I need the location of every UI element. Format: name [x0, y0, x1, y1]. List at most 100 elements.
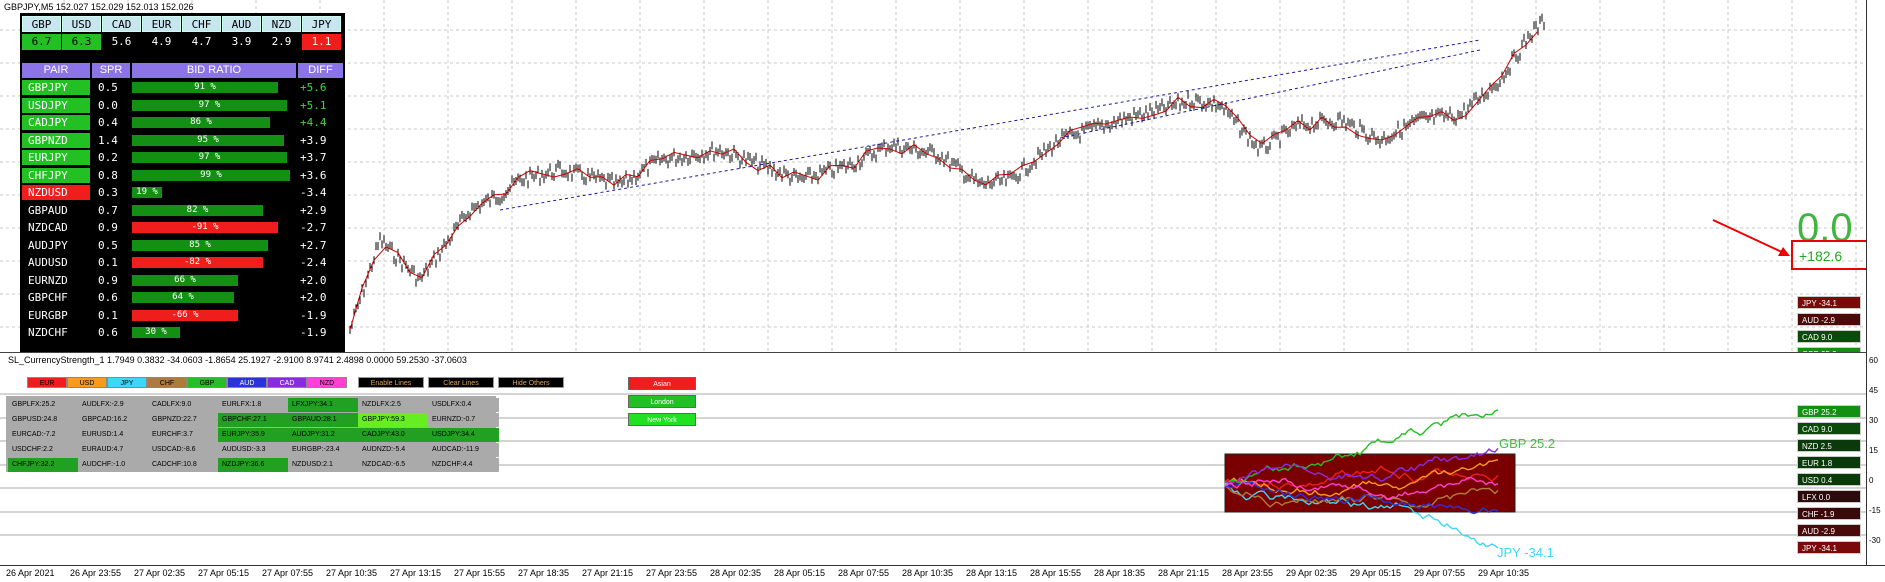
cross-pair-cell[interactable]: EURUSD:1.4 — [78, 428, 149, 442]
pair-name[interactable]: AUDUSD — [22, 255, 90, 270]
pair-name[interactable]: EURGBP — [22, 307, 90, 323]
pair-row[interactable]: EURJPY 0.2 97 % +3.7 — [20, 149, 345, 166]
strength-badge: EUR 1.8 — [1797, 456, 1861, 469]
cross-pair-cell[interactable]: CADCHF:10.8 — [148, 458, 219, 472]
pair-name[interactable]: GBPJPY — [22, 80, 90, 95]
cross-pair-cell[interactable]: AUDCAD:-11.9 — [428, 443, 499, 457]
cross-pair-cell[interactable]: GBPLFX:25.2 — [8, 398, 79, 412]
cross-pair-cell[interactable]: GBPCAD:16.2 — [78, 413, 149, 427]
cross-pair-cell[interactable]: NZDLFX:2.5 — [358, 398, 429, 412]
pair-name[interactable]: EURNZD — [22, 272, 90, 288]
header-bid-ratio: BID RATIO — [132, 63, 296, 78]
pair-row[interactable]: GBPAUD 0.7 82 % +2.9 — [20, 202, 345, 219]
pair-name[interactable]: GBPAUD — [22, 202, 90, 218]
session-new-york-button[interactable]: New York — [628, 413, 696, 426]
cross-pair-cell[interactable]: NZDUSD:2.1 — [288, 458, 359, 472]
cross-pair-cell[interactable]: EURNZD:-0.7 — [428, 413, 499, 427]
bid-ratio-bar: 64 % — [132, 292, 234, 303]
cross-pair-cell[interactable]: AUDJPY:31.2 — [288, 428, 359, 442]
pair-row[interactable]: CADJPY 0.4 86 % +4.4 — [20, 114, 345, 131]
pair-name[interactable]: CADJPY — [22, 115, 90, 130]
cross-pair-cell[interactable]: GBPUSD:24.8 — [8, 413, 79, 427]
pair-row[interactable]: NZDUSD 0.3 19 % -3.4 — [20, 184, 345, 201]
cross-pair-cell[interactable]: EURCHF:3.7 — [148, 428, 219, 442]
time-label: 28 Apr 02:35 — [710, 568, 762, 578]
pair-spread: 0.8 — [98, 168, 118, 182]
session-asian-button[interactable]: Asian — [628, 377, 696, 390]
pair-name[interactable]: GBPCHF — [22, 290, 90, 305]
clear-lines-button[interactable]: Clear Lines — [428, 377, 494, 388]
toggle-eur-button[interactable]: EUR — [27, 377, 67, 388]
pair-name[interactable]: GBPNZD — [22, 132, 90, 148]
cross-pair-cell[interactable]: NZDCAD:-6.5 — [358, 458, 429, 472]
axis-tick-label: -30 — [1869, 536, 1881, 545]
cross-pair-cell[interactable]: USDCAD:-8.6 — [148, 443, 219, 457]
pair-name[interactable]: NZDCHF — [22, 325, 90, 340]
pair-row[interactable]: AUDJPY 0.5 85 % +2.7 — [20, 237, 345, 254]
cross-pair-cell[interactable]: NZDJPY:36.6 — [218, 458, 289, 472]
pair-name[interactable]: EURJPY — [22, 150, 90, 165]
pair-name[interactable]: USDJPY — [22, 97, 90, 113]
cross-pair-cell[interactable]: AUDLFX:-2.9 — [78, 398, 149, 412]
toggle-nzd-button[interactable]: NZD — [307, 377, 347, 388]
toggle-jpy-button[interactable]: JPY — [107, 377, 147, 388]
toggle-gbp-button[interactable]: GBP — [187, 377, 227, 388]
cross-pair-cell[interactable]: USDCHF:2.2 — [8, 443, 79, 457]
cross-pair-cell[interactable]: LFXJPY:34.1 — [288, 398, 359, 412]
pair-spread: 0.7 — [98, 203, 118, 217]
cross-pair-cell[interactable]: NZDCHF:4.4 — [428, 458, 499, 472]
pair-name[interactable]: AUDJPY — [22, 237, 90, 253]
cross-pair-cell[interactable]: GBPJPY:59.3 — [358, 413, 429, 427]
pair-row[interactable]: NZDCAD 0.9 -91 % -2.7 — [20, 219, 345, 236]
cross-pair-cell[interactable]: USDLFX:0.4 — [428, 398, 499, 412]
cross-pair-cell[interactable]: EURAUD:4.7 — [78, 443, 149, 457]
toggle-usd-button[interactable]: USD — [67, 377, 107, 388]
bid-ratio-bar: -82 % — [132, 257, 263, 268]
cross-pair-cell[interactable]: CADLFX:9.0 — [148, 398, 219, 412]
pair-row[interactable]: GBPCHF 0.6 64 % +2.0 — [20, 289, 345, 306]
cross-pair-cell[interactable]: EURJPY:35.9 — [218, 428, 289, 442]
pair-row[interactable]: CHFJPY 0.8 99 % +3.6 — [20, 167, 345, 184]
cross-pair-cell[interactable]: GBPNZD:22.7 — [148, 413, 219, 427]
toggle-aud-button[interactable]: AUD — [227, 377, 267, 388]
cross-pair-cell[interactable]: CADJPY:43.0 — [358, 428, 429, 442]
pair-row[interactable]: USDJPY 0.0 97 % +5.1 — [20, 97, 345, 114]
price-chart-window[interactable]: GBPJPY,M5 152.027 152.029 152.013 152.02… — [0, 0, 1866, 353]
time-label: 27 Apr 05:15 — [198, 568, 250, 578]
pair-row[interactable]: AUDUSD 0.1 -82 % -2.4 — [20, 254, 345, 271]
cross-pair-cell[interactable]: CHFJPY:32.2 — [8, 458, 79, 472]
pair-row[interactable]: GBPNZD 1.4 95 % +3.9 — [20, 132, 345, 149]
pair-row[interactable]: EURGBP 0.1 -66 % -1.9 — [20, 307, 345, 324]
time-label: 28 Apr 10:35 — [902, 568, 954, 578]
cross-pair-cell[interactable]: EURLFX:1.8 — [218, 398, 289, 412]
indicator-window[interactable]: SL_CurrencyStrength_1 1.7949 0.3832 -34.… — [0, 353, 1866, 565]
currency-code-jpy: JPY — [302, 16, 341, 32]
cross-pair-cell[interactable]: AUDCHF:-1.0 — [78, 458, 149, 472]
bid-ratio-bar: -91 % — [132, 222, 278, 233]
currency-code-aud: AUD — [222, 16, 261, 32]
cross-pair-cell[interactable]: GBPAUD:28.1 — [288, 413, 359, 427]
time-label: 28 Apr 05:15 — [774, 568, 826, 578]
pair-name[interactable]: CHFJPY — [22, 167, 90, 183]
cross-pair-cell[interactable]: AUDUSD:-3.3 — [218, 443, 289, 457]
pair-spread: 0.4 — [98, 116, 118, 129]
pair-name[interactable]: NZDUSD — [22, 185, 90, 200]
enable-lines-button[interactable]: Enable Lines — [358, 377, 424, 388]
pair-row[interactable]: NZDCHF 0.6 30 % -1.9 — [20, 324, 345, 341]
cross-pair-cell[interactable]: EURGBP:-23.4 — [288, 443, 359, 457]
session-london-button[interactable]: London — [628, 395, 696, 408]
toggle-cad-button[interactable]: CAD — [267, 377, 307, 388]
pair-spread: 0.6 — [98, 291, 118, 304]
time-label: 29 Apr 10:35 — [1478, 568, 1530, 578]
currency-code-cad: CAD — [102, 16, 141, 32]
cross-pair-cell[interactable]: EURCAD:-7.2 — [8, 428, 79, 442]
toggle-chf-button[interactable]: CHF — [147, 377, 187, 388]
cross-pair-cell[interactable]: USDJPY:34.4 — [428, 428, 499, 442]
price-axis: 604530150-15-30-45 — [1866, 0, 1885, 575]
cross-pair-cell[interactable]: GBPCHF:27.1 — [218, 413, 289, 427]
hide-others-button[interactable]: Hide Others — [498, 377, 564, 388]
pair-row[interactable]: EURNZD 0.9 66 % +2.0 — [20, 272, 345, 289]
pair-name[interactable]: NZDCAD — [22, 220, 90, 235]
pair-row[interactable]: GBPJPY 0.5 91 % +5.6 — [20, 79, 345, 96]
cross-pair-cell[interactable]: AUDNZD:-5.4 — [358, 443, 429, 457]
